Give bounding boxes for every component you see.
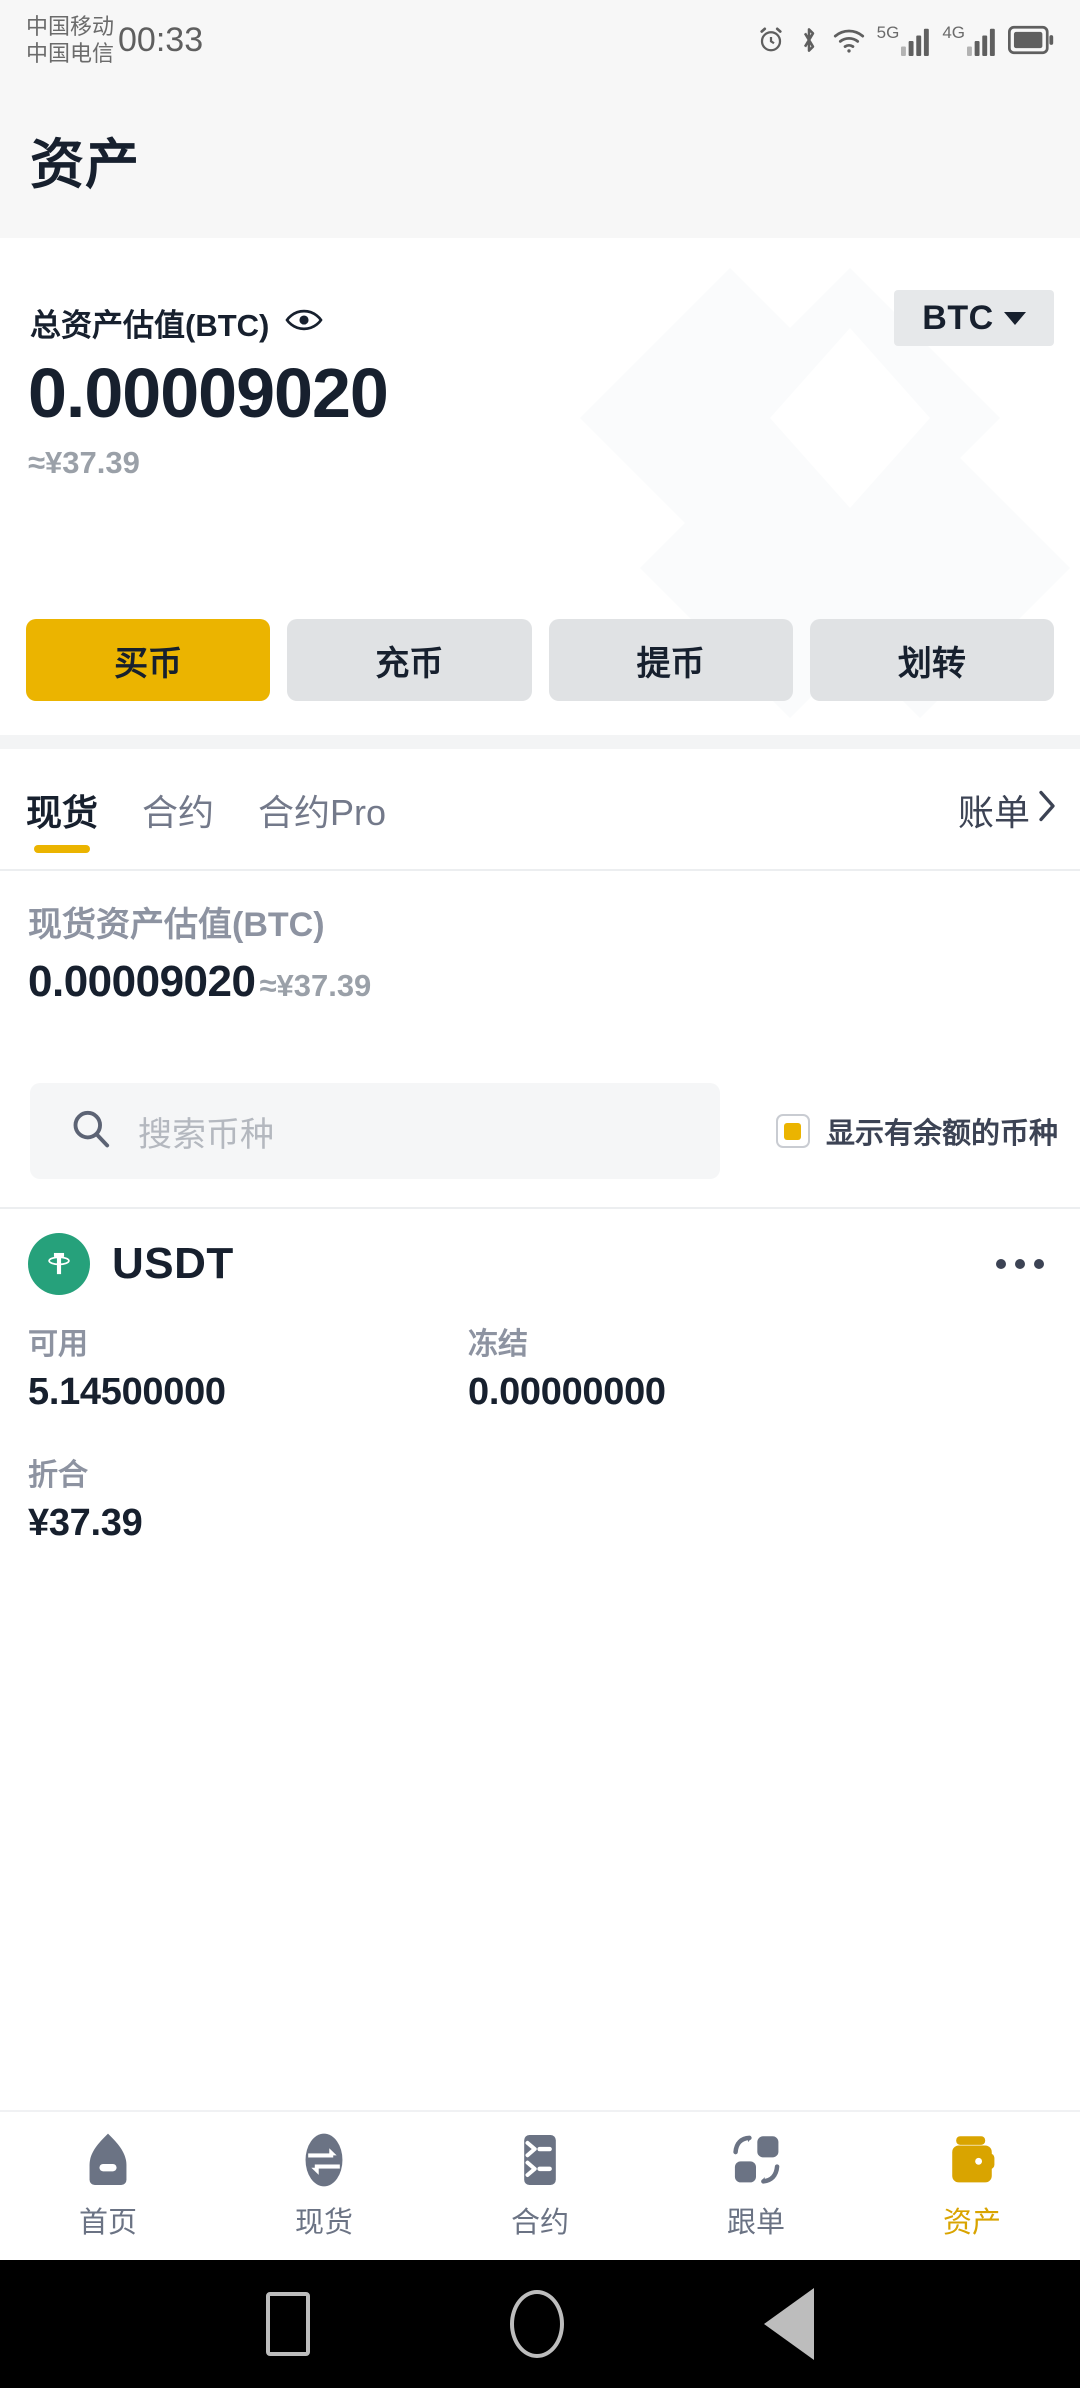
equivalent-balance: 折合 ¥37.39 bbox=[28, 1450, 468, 1545]
nav-item-assets[interactable]: 资产 bbox=[864, 2131, 1080, 2241]
signal-4g-label: 4G bbox=[942, 22, 965, 42]
nav-item-copy-trade[interactable]: 跟单 bbox=[648, 2131, 864, 2241]
nav-label-copy-trade: 跟单 bbox=[726, 2207, 785, 2239]
back-button[interactable] bbox=[764, 2288, 814, 2360]
total-assets-fiat: ≈¥37.39 bbox=[28, 445, 140, 480]
equivalent-label: 折合 bbox=[28, 1459, 88, 1492]
battery-icon bbox=[1008, 25, 1054, 55]
status-bar-icons: 5G 4G bbox=[756, 24, 1054, 57]
home-icon bbox=[81, 2131, 135, 2189]
balance-row-spacer bbox=[28, 1414, 1080, 1450]
nav-item-spot[interactable]: 现货 bbox=[216, 2131, 432, 2241]
bill-link[interactable]: 账单 bbox=[958, 749, 1058, 871]
status-bar-clock: 00:33 bbox=[118, 20, 204, 59]
withdraw-button[interactable]: 提币 bbox=[548, 619, 793, 701]
carrier-secondary: 中国电信 bbox=[26, 41, 115, 66]
available-value: 5.14500000 bbox=[28, 1371, 226, 1413]
coin-symbol: USDT bbox=[112, 1239, 234, 1288]
nav-label-home: 首页 bbox=[78, 2207, 137, 2239]
alarm-icon bbox=[756, 25, 786, 55]
hide-zero-balance-label: 显示有余额的币种 bbox=[825, 1118, 1058, 1150]
transfer-button[interactable]: 划转 bbox=[809, 619, 1054, 701]
recents-button[interactable] bbox=[266, 2292, 310, 2356]
home-button[interactable] bbox=[510, 2290, 564, 2358]
contract-list-icon bbox=[513, 2131, 567, 2189]
action-buttons: 买币 充币 提币 划转 bbox=[26, 619, 1054, 701]
bill-link-label: 账单 bbox=[957, 792, 1030, 833]
tab-futures-pro[interactable]: 合约Pro bbox=[258, 749, 386, 871]
deposit-button[interactable]: 充币 bbox=[287, 619, 532, 701]
checkbox-icon[interactable] bbox=[775, 1114, 810, 1148]
tab-spot[interactable]: 现货 bbox=[26, 749, 98, 871]
nav-label-assets: 资产 bbox=[942, 2207, 1001, 2239]
more-options-icon[interactable] bbox=[996, 1259, 1044, 1269]
search-row: 搜索币种 显示有余额的币种 bbox=[0, 1055, 1080, 1207]
hide-zero-balance-toggle[interactable]: 显示有余额的币种 bbox=[775, 1055, 1058, 1207]
list-item[interactable]: USDT 可用 5.14500000 冻结 0.00000000 折合 ¥37.… bbox=[0, 1209, 1080, 1545]
balance-row-secondary: 折合 ¥37.39 bbox=[28, 1450, 1080, 1545]
total-assets-label-row: 总资产估值(BTC) bbox=[30, 300, 323, 345]
wallet-icon bbox=[945, 2131, 999, 2189]
nav-label-spot: 现货 bbox=[294, 2207, 353, 2239]
copy-trade-icon bbox=[729, 2131, 783, 2189]
signal-5g-icon: 5G bbox=[877, 24, 932, 57]
frozen-value: 0.00000000 bbox=[468, 1371, 666, 1413]
available-label: 可用 bbox=[28, 1328, 88, 1361]
tab-list: 现货 合约 合约Pro bbox=[0, 749, 386, 871]
spot-valuation: 现货资产估值(BTC) 0.00009020 ≈¥37.39 bbox=[0, 875, 1080, 1055]
total-assets-amount: 0.00009020 bbox=[28, 354, 389, 432]
page-title: 资产 bbox=[30, 134, 140, 195]
nav-item-contract[interactable]: 合约 bbox=[432, 2131, 648, 2241]
buy-crypto-button[interactable]: 买币 bbox=[26, 619, 271, 701]
signal-5g-label: 5G bbox=[876, 22, 900, 42]
total-assets-label: 总资产估值(BTC) bbox=[30, 308, 270, 343]
tab-futures[interactable]: 合约 bbox=[142, 749, 214, 871]
balance-row-primary: 可用 5.14500000 冻结 0.00000000 bbox=[28, 1319, 1080, 1414]
chevron-down-icon bbox=[1003, 311, 1026, 325]
eye-icon[interactable] bbox=[285, 307, 323, 338]
search-placeholder: 搜索币种 bbox=[138, 1115, 274, 1154]
phone-screen: 中国移动 中国电信 00:33 5G 4G 资产 总资产估值(BTC) BTC … bbox=[0, 0, 1080, 2388]
status-bar-left: 中国移动 中国电信 00:33 bbox=[26, 13, 203, 67]
spot-valuation-fiat: ≈¥37.39 bbox=[259, 968, 372, 1003]
app-bar: 资产 bbox=[0, 80, 1080, 238]
section-divider bbox=[0, 735, 1080, 749]
available-balance: 可用 5.14500000 bbox=[28, 1319, 468, 1414]
bottom-navigation: 首页 现货 合约 跟单 资产 bbox=[0, 2110, 1080, 2260]
account-type-tabs: 现货 合约 合约Pro 账单 bbox=[0, 749, 1080, 871]
currency-selector-label: BTC bbox=[922, 298, 994, 337]
nav-item-home[interactable]: 首页 bbox=[0, 2131, 216, 2241]
frozen-label: 冻结 bbox=[468, 1328, 528, 1361]
usdt-logo-icon bbox=[28, 1233, 90, 1295]
chevron-right-icon bbox=[1036, 788, 1058, 833]
carrier-names: 中国移动 中国电信 bbox=[26, 13, 114, 67]
tabs-underline bbox=[0, 869, 1080, 871]
coin-header: USDT bbox=[0, 1209, 1080, 1319]
total-assets-panel: 总资产估值(BTC) BTC 0.00009020 ≈¥37.39 买币 充币 … bbox=[0, 238, 1080, 735]
currency-selector[interactable]: BTC bbox=[894, 290, 1054, 346]
frozen-balance: 冻结 0.00000000 bbox=[468, 1319, 908, 1414]
wifi-icon bbox=[832, 26, 866, 54]
exchange-icon bbox=[297, 2131, 351, 2189]
search-input[interactable]: 搜索币种 bbox=[30, 1083, 720, 1179]
carrier-primary: 中国移动 bbox=[26, 14, 115, 39]
coin-list: USDT 可用 5.14500000 冻结 0.00000000 折合 ¥37.… bbox=[0, 1209, 1080, 1545]
android-navigation-bar bbox=[0, 2260, 1080, 2388]
bluetooth-icon bbox=[797, 24, 821, 56]
status-bar: 中国移动 中国电信 00:33 5G 4G bbox=[0, 0, 1080, 80]
coin-balances: 可用 5.14500000 冻结 0.00000000 折合 ¥37.39 bbox=[0, 1319, 1080, 1545]
spot-valuation-values: 0.00009020 ≈¥37.39 bbox=[28, 957, 371, 1007]
signal-4g-icon: 4G bbox=[942, 24, 997, 57]
spot-valuation-label: 现货资产估值(BTC) bbox=[28, 906, 325, 944]
nav-label-contract: 合约 bbox=[510, 2207, 569, 2239]
search-icon bbox=[70, 1108, 112, 1155]
spot-valuation-amount: 0.00009020 bbox=[28, 957, 256, 1006]
equivalent-value: ¥37.39 bbox=[28, 1502, 143, 1544]
